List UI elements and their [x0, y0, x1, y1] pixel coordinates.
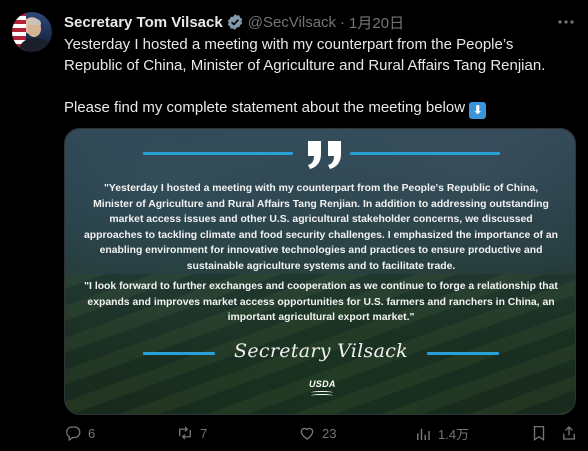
- statement-paragraph-1: "Yesterday I hosted a meeting with my co…: [83, 183, 559, 272]
- share-button[interactable]: [560, 424, 578, 442]
- timestamp[interactable]: 1月20日: [349, 12, 404, 33]
- display-name[interactable]: Secretary Tom Vilsack: [64, 14, 223, 31]
- tweet-text: Yesterday I hosted a meeting with my cou…: [64, 34, 574, 119]
- statement-image[interactable]: "Yesterday I hosted a meeting with my co…: [64, 128, 576, 415]
- signature-left-rule: [143, 352, 215, 355]
- bookmark-button[interactable]: [530, 424, 548, 442]
- usda-logo-text: USDA: [309, 379, 336, 389]
- usda-logo-wave-2: [311, 394, 333, 397]
- views-button[interactable]: 1.4万: [414, 424, 469, 443]
- avatar-suit: [20, 38, 50, 52]
- repost-icon: [179, 426, 191, 440]
- avatar[interactable]: [12, 12, 52, 52]
- signature: Secretary Vilsack: [234, 340, 408, 362]
- reply-icon: [66, 426, 81, 441]
- more-options-icon[interactable]: [556, 12, 576, 32]
- avatar-hair: [27, 19, 41, 25]
- tweet-header: Secretary Tom Vilsack @SecVilsack · 1月20…: [64, 12, 404, 32]
- statement-paragraph-2: "I look forward to further exchanges and…: [84, 281, 558, 323]
- top-right-rule: [350, 152, 500, 155]
- repost-button[interactable]: 7: [176, 424, 207, 442]
- usda-logo: USDA: [309, 379, 335, 399]
- top-left-rule: [143, 152, 293, 155]
- reply-button[interactable]: 6: [64, 424, 95, 442]
- heart-icon: [300, 427, 314, 440]
- like-button[interactable]: 23: [298, 424, 336, 442]
- analytics-icon: [417, 428, 430, 440]
- action-bar: 6 7 23 1.4万: [64, 424, 578, 444]
- down-arrow-emoji-icon: ⬇: [469, 102, 487, 119]
- signature-right-rule: [427, 352, 499, 355]
- tweet-paragraph-2-text: Please find my complete statement about …: [64, 99, 466, 116]
- repost-count: 7: [200, 425, 208, 441]
- separator-dot: ·: [340, 13, 346, 31]
- bookmark-icon: [533, 425, 545, 442]
- verified-badge-icon[interactable]: [226, 13, 244, 31]
- reply-count: 6: [88, 425, 96, 441]
- handle[interactable]: @SecVilsack: [248, 14, 336, 31]
- share-icon: [563, 426, 575, 440]
- tweet-paragraph-1: Yesterday I hosted a meeting with my cou…: [64, 36, 546, 74]
- like-count: 23: [322, 425, 337, 441]
- quotation-mark-icon: [308, 141, 341, 169]
- tweet[interactable]: Secretary Tom Vilsack @SecVilsack · 1月20…: [0, 0, 588, 451]
- view-count: 1.4万: [438, 427, 470, 442]
- tweet-paragraph-2: Please find my complete statement about …: [64, 97, 574, 119]
